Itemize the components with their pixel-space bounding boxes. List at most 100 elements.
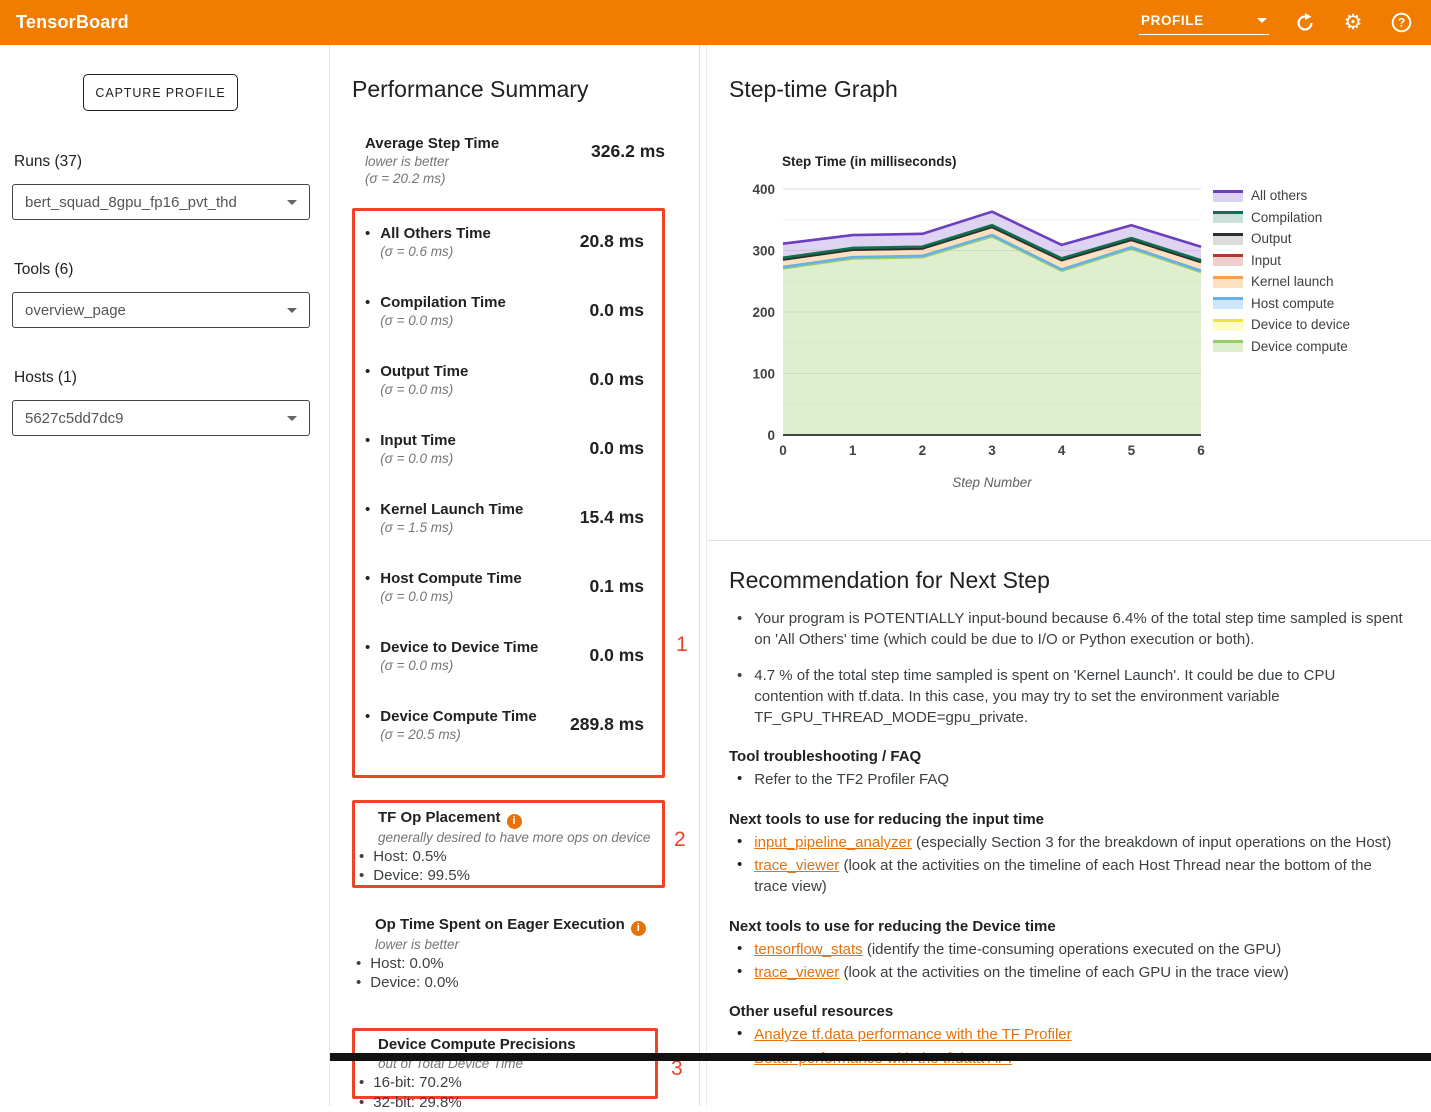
recommendation-title: Recommendation for Next Step: [729, 567, 1404, 594]
hosts-select[interactable]: 5627c5dd7dc9: [12, 400, 310, 436]
breakdown-sigma: (σ = 0.0 ms): [380, 450, 456, 467]
breakdown-label: Compilation Time: [380, 293, 506, 312]
tools-select[interactable]: overview_page: [12, 292, 310, 328]
breakdown-label: Output Time: [380, 362, 468, 381]
recommendation-heading: Other useful resources: [729, 1003, 1404, 1020]
bullet-dot: •: [359, 1073, 364, 1093]
recommendation-link[interactable]: Analyze tf.data performance with the TF …: [754, 1026, 1071, 1043]
performance-summary-title: Performance Summary: [352, 76, 588, 103]
svg-text:6: 6: [1197, 443, 1205, 458]
legend-label: Output: [1251, 231, 1292, 246]
performance-summary-panel: Performance Summary Average Step Time lo…: [330, 45, 700, 1106]
runs-label: Runs (37): [14, 153, 82, 171]
average-step-time-sigma: (σ = 20.2 ms): [365, 170, 499, 187]
recommendation-item: •input_pipeline_analyzer (especially Sec…: [737, 832, 1404, 853]
breakdown-value: 0.0 ms: [590, 645, 644, 707]
step-time-breakdown-annotation-box: •All Others Time(σ = 0.6 ms)20.8 ms•Comp…: [352, 208, 665, 778]
recommendation-heading: Next tools to use for reducing the Devic…: [729, 918, 1404, 935]
breakdown-label: Kernel Launch Time: [380, 500, 523, 519]
breakdown-row: •Input Time(σ = 0.0 ms)0.0 ms: [365, 431, 644, 500]
mini-section-title: TF Op Placementi: [378, 808, 654, 829]
legend-label: Input: [1251, 253, 1281, 268]
recommendation-bullet: •Your program is POTENTIALLY input-bound…: [737, 608, 1404, 651]
mini-section-title: Device Compute Precisions: [378, 1035, 647, 1055]
info-icon[interactable]: i: [631, 921, 646, 936]
mini-item-text: 16-bit: 70.2%: [373, 1073, 461, 1093]
legend-item: Device to device: [1213, 318, 1350, 331]
tools-label: Tools (6): [14, 261, 73, 279]
recommendation-link[interactable]: tensorflow_stats: [754, 941, 862, 958]
legend-item: Input: [1213, 254, 1350, 267]
step-time-graph-title: Step-time Graph: [729, 76, 898, 103]
breakdown-sigma: (σ = 0.0 ms): [380, 588, 521, 605]
bullet-dot: •: [737, 939, 742, 960]
svg-text:3: 3: [988, 443, 996, 458]
average-step-time-label: Average Step Time: [365, 134, 499, 153]
breakdown-sigma: (σ = 0.0 ms): [380, 657, 538, 674]
mini-section-item: •Device: 99.5%: [359, 866, 654, 886]
settings-icon[interactable]: ⚙: [1341, 11, 1365, 35]
recommendation-text: Your program is POTENTIALLY input-bound …: [754, 608, 1404, 651]
recommendation-link[interactable]: trace_viewer: [754, 964, 839, 981]
mini-item-text: Device: 0.0%: [370, 973, 458, 993]
bullet-dot: •: [737, 769, 742, 790]
breakdown-row: •Device Compute Time(σ = 20.5 ms)289.8 m…: [365, 707, 644, 776]
chart-legend: All othersCompilationOutputInputKernel l…: [1213, 189, 1350, 353]
info-icon[interactable]: i: [507, 814, 522, 829]
refresh-icon[interactable]: [1293, 11, 1317, 35]
bullet-dot: •: [365, 362, 370, 431]
breakdown-sigma: (σ = 0.0 ms): [380, 381, 468, 398]
recommendation-item-text: trace_viewer (look at the activities on …: [754, 962, 1288, 983]
app-title: TensorBoard: [16, 12, 129, 33]
sidebar: CAPTURE PROFILE Runs (37) bert_squad_8gp…: [0, 45, 330, 1106]
legend-item: All others: [1213, 189, 1350, 202]
hosts-select-value: 5627c5dd7dc9: [25, 410, 123, 427]
legend-label: Compilation: [1251, 210, 1322, 225]
bullet-dot: •: [359, 847, 364, 867]
help-icon[interactable]: ?: [1389, 11, 1413, 35]
recommendation-link[interactable]: input_pipeline_analyzer: [754, 834, 912, 851]
legend-swatch: [1213, 319, 1243, 331]
svg-text:Step Number: Step Number: [952, 475, 1032, 490]
recommendation-heading: Tool troubleshooting / FAQ: [729, 748, 1404, 765]
svg-text:1: 1: [849, 443, 857, 458]
breakdown-row: •Output Time(σ = 0.0 ms)0.0 ms: [365, 362, 644, 431]
runs-select[interactable]: bert_squad_8gpu_fp16_pvt_thd: [12, 184, 310, 220]
chevron-down-icon: [287, 416, 297, 421]
svg-text:200: 200: [752, 305, 775, 320]
breakdown-label: All Others Time: [380, 224, 491, 243]
mini-section-item: •Device: 0.0%: [356, 973, 656, 993]
dashboard-select[interactable]: PROFILE: [1139, 10, 1269, 35]
breakdown-row: •Device to Device Time(σ = 0.0 ms)0.0 ms: [365, 638, 644, 707]
annotation-number-2: 2: [674, 828, 686, 852]
capture-profile-button[interactable]: CAPTURE PROFILE: [83, 74, 238, 111]
bullet-dot: •: [737, 665, 742, 729]
breakdown-value: 0.1 ms: [590, 576, 644, 638]
dashboard-select-value: PROFILE: [1141, 13, 1204, 28]
bullet-dot: •: [737, 832, 742, 853]
recommendation-item: •Analyze tf.data performance with the TF…: [737, 1024, 1404, 1045]
svg-text:400: 400: [752, 182, 775, 197]
tools-select-value: overview_page: [25, 302, 126, 319]
breakdown-sigma: (σ = 0.6 ms): [380, 243, 491, 260]
svg-text:2: 2: [919, 443, 927, 458]
legend-label: All others: [1251, 188, 1307, 203]
breakdown-value: 289.8 ms: [570, 714, 644, 776]
section-divider-rule: [330, 1053, 1431, 1061]
chevron-down-icon: [287, 200, 297, 205]
tf-op-placement-annotation-box: TF Op Placementigenerally desired to hav…: [352, 800, 665, 888]
recommendation-link[interactable]: trace_viewer: [754, 857, 839, 874]
bullet-dot: •: [365, 224, 370, 293]
annotation-number-1: 1: [676, 633, 688, 657]
breakdown-row: •Kernel Launch Time(σ = 1.5 ms)15.4 ms: [365, 500, 644, 569]
recommendation-item-text: Analyze tf.data performance with the TF …: [754, 1024, 1071, 1045]
mini-item-text: Host: 0.5%: [373, 847, 446, 867]
bullet-dot: •: [365, 293, 370, 362]
svg-text:5: 5: [1128, 443, 1136, 458]
mini-item-text: Device: 99.5%: [373, 866, 470, 886]
recommendation-item: •trace_viewer (look at the activities on…: [737, 855, 1404, 898]
top-app-bar: TensorBoard PROFILE ⚙ ?: [0, 0, 1431, 45]
breakdown-sigma: (σ = 0.0 ms): [380, 312, 506, 329]
legend-label: Host compute: [1251, 296, 1334, 311]
breakdown-value: 0.0 ms: [590, 438, 644, 500]
